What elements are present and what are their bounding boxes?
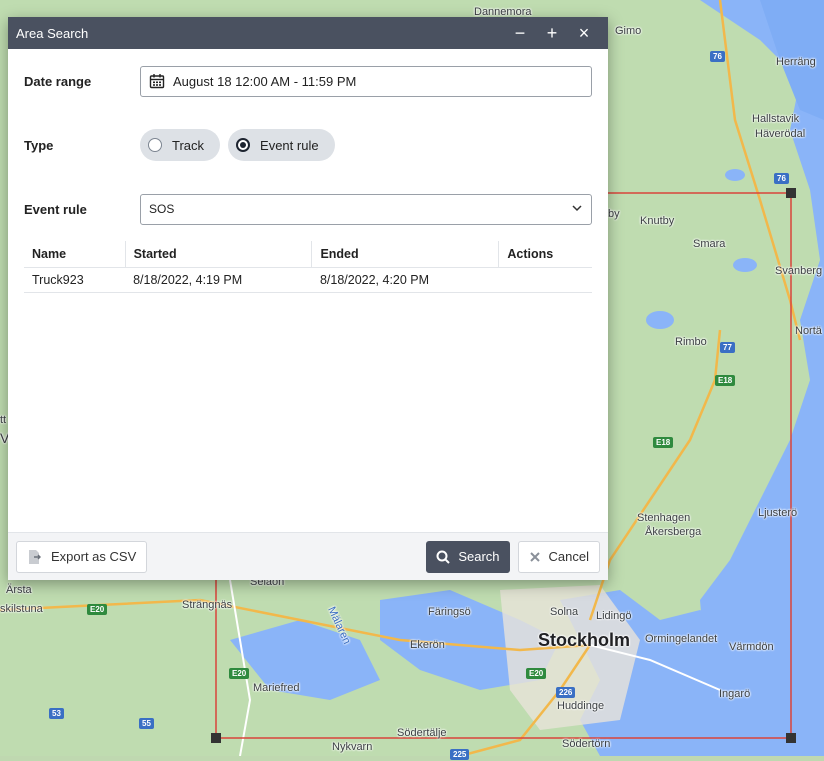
close-icon	[529, 551, 541, 563]
road-shield: 55	[139, 718, 154, 729]
road-shield: 53	[49, 708, 64, 719]
map-place-label: Svanberg	[775, 265, 823, 277]
map-place-label: Häverödal	[755, 128, 806, 140]
map-place-label: Hallstavik	[752, 113, 800, 125]
cell-name: Truck923	[24, 267, 126, 293]
map-place-label: Nortä	[795, 325, 822, 337]
results-table: Name Started Ended Actions Truck923 8/18…	[24, 241, 592, 293]
search-icon	[436, 550, 451, 564]
radio-event-rule[interactable]: Event rule	[228, 129, 335, 161]
road-shield: 77	[720, 342, 735, 353]
event-rule-value: SOS	[149, 202, 175, 216]
radio-checked-icon	[236, 138, 251, 152]
map-place-label: Strängnäs	[182, 599, 233, 611]
type-radio-group: Track Event rule	[140, 129, 335, 161]
event-rule-label: Event rule	[24, 201, 87, 217]
type-label: Type	[24, 137, 54, 153]
date-range-field[interactable]: August 18 12:00 AM - 11:59 PM	[140, 65, 592, 97]
column-header-name[interactable]: Name	[24, 241, 126, 268]
table-header-row: Name Started Ended Actions	[24, 241, 592, 268]
map-place-label: Rimbo	[675, 336, 707, 348]
dialog-content: Date range August 18 12:00 AM - 11:59 PM…	[8, 49, 608, 293]
map-place-label: Ljusterö	[758, 507, 798, 519]
export-file-icon	[27, 549, 43, 565]
map-place-label: Knutby	[640, 215, 675, 227]
map-place-label: Södertörn	[562, 738, 611, 750]
cancel-label: Cancel	[548, 549, 589, 564]
minimize-button[interactable]: −	[504, 17, 536, 49]
search-button[interactable]: Search	[426, 540, 510, 573]
cancel-button[interactable]: Cancel	[517, 540, 600, 573]
road-shield: 226	[556, 687, 576, 698]
road-shield: 76	[710, 51, 725, 62]
map-place-label: Ärsta	[6, 584, 32, 596]
map-place-label: skilstuna	[0, 603, 43, 615]
map-place-label: Ekerön	[410, 639, 445, 651]
table-row[interactable]: Truck923 8/18/2022, 4:19 PM 8/18/2022, 4…	[24, 267, 592, 293]
cell-ended: 8/18/2022, 4:20 PM	[311, 267, 499, 293]
cell-actions	[498, 267, 592, 293]
map-place-label: Mariefred	[253, 682, 300, 694]
map-place-label: Smara	[693, 238, 726, 250]
map-place-label: Färingsö	[428, 606, 471, 618]
column-header-actions: Actions	[498, 241, 592, 268]
type-row: Type Track Event rule	[24, 113, 592, 177]
road-shield: E20	[526, 668, 547, 679]
radio-unchecked-icon	[148, 138, 162, 152]
calendar-icon	[149, 73, 165, 89]
road-shield: E20	[229, 668, 250, 679]
map-place-label: Värmdön	[729, 641, 774, 653]
chevron-down-icon	[571, 202, 583, 217]
map-place-label: tt	[0, 414, 7, 426]
date-range-label: Date range	[24, 73, 92, 89]
area-search-dialog: Area Search − + × Date range August 18 1…	[8, 17, 608, 580]
cell-started: 8/18/2022, 4:19 PM	[125, 267, 312, 293]
road-shield: 225	[450, 749, 470, 760]
road-shield: E18	[715, 375, 736, 386]
road-shield: 76	[774, 173, 789, 184]
radio-track[interactable]: Track	[140, 129, 221, 161]
maximize-button[interactable]: +	[536, 17, 568, 49]
search-label: Search	[458, 549, 500, 564]
column-header-started[interactable]: Started	[124, 241, 312, 268]
road-shield: E20	[87, 604, 108, 615]
map-place-label: Nykvarn	[332, 741, 373, 753]
radio-track-label: Track	[172, 137, 205, 153]
event-rule-select[interactable]: SOS	[140, 193, 592, 225]
map-city-label: Stockholm	[538, 630, 631, 650]
close-button[interactable]: ×	[568, 17, 600, 49]
radio-event-rule-label: Event rule	[260, 137, 319, 153]
map-place-label: Huddinge	[557, 700, 605, 712]
export-csv-button[interactable]: Export as CSV	[16, 540, 148, 573]
date-range-value: August 18 12:00 AM - 11:59 PM	[173, 73, 357, 89]
map-place-label: Stenhagen	[637, 512, 691, 524]
map-place-label: by	[608, 208, 620, 220]
map-place-label: Åkersberga	[645, 526, 702, 538]
road-shield: E18	[653, 437, 674, 448]
map-place-label: Solna	[550, 606, 579, 618]
map-place-label: Ormingelandet	[645, 633, 718, 645]
map-place-label: Gimo	[615, 25, 642, 37]
export-csv-label: Export as CSV	[51, 549, 137, 564]
map-place-label: Herräng	[776, 56, 816, 68]
dialog-title: Area Search	[16, 25, 89, 41]
map-place-label: Södertälje	[397, 727, 447, 739]
column-header-ended[interactable]: Ended	[311, 241, 499, 268]
event-rule-row: Event rule SOS	[24, 177, 592, 241]
map-place-label: Ingarö	[719, 688, 751, 700]
date-range-row: Date range August 18 12:00 AM - 11:59 PM	[24, 49, 592, 113]
dialog-footer: Export as CSV Search Cancel	[8, 532, 608, 580]
map-place-label: Lidingö	[596, 610, 632, 622]
dialog-titlebar[interactable]: Area Search − + ×	[8, 17, 608, 49]
